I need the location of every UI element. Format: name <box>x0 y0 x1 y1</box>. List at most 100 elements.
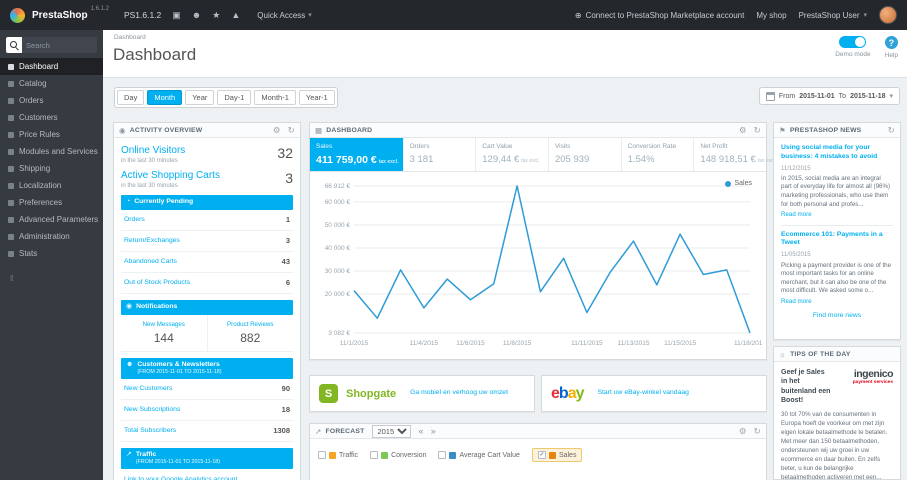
search-button[interactable] <box>6 37 22 53</box>
next-page-icon[interactable]: » <box>431 426 436 436</box>
legend-label: Sales <box>558 451 577 459</box>
kpi-visits[interactable]: Visits 205 939 <box>549 138 622 171</box>
legend-item-average-cart-value[interactable]: Average Cart Value <box>438 451 520 459</box>
range-button-year[interactable]: Year <box>185 90 215 105</box>
range-button-month[interactable]: Month <box>147 90 183 105</box>
returns-link[interactable]: Return/Exchanges <box>124 237 180 244</box>
sidebar-item-administration[interactable]: Administration <box>0 228 103 245</box>
new-messages-cell[interactable]: New Messages 144 <box>121 315 207 351</box>
gear-icon[interactable]: ⚙ <box>273 125 281 136</box>
news-article-title[interactable]: Ecommerce 101: Payments in a Tweet <box>781 231 893 249</box>
chart-legend[interactable]: Sales <box>725 180 752 187</box>
legend-item-sales[interactable]: ✓ Sales <box>531 448 583 462</box>
gear-icon[interactable]: ⚙ <box>739 426 747 437</box>
sidebar-item-stats[interactable]: Stats <box>0 245 103 262</box>
news-article-title[interactable]: Using social media for your business: 4 … <box>781 144 893 162</box>
refresh-icon[interactable]: ↻ <box>288 125 295 136</box>
dashboard-panel-icon: ▦ <box>315 125 323 135</box>
orders-link[interactable]: Orders <box>124 216 145 223</box>
read-more-link[interactable]: Read more <box>781 211 812 220</box>
breadcrumb[interactable]: Dashboard <box>114 34 146 41</box>
avatar[interactable] <box>879 6 897 24</box>
topbar-right: ⊕ Connect to PrestaShop Marketplace acco… <box>575 6 897 24</box>
search-input[interactable] <box>22 37 97 53</box>
range-button-day[interactable]: Day <box>117 90 145 105</box>
forecast-year-select[interactable]: 2015 <box>372 424 412 438</box>
legend-item-conversion[interactable]: Conversion <box>370 451 426 459</box>
to-label: To <box>838 92 847 100</box>
trend-icon: ↗ <box>126 450 132 458</box>
new-subscriptions-link[interactable]: New Subscriptions <box>124 406 180 413</box>
out-of-stock-link[interactable]: Out of Stock Products <box>124 279 190 286</box>
orders-notification-icon[interactable]: ▣ <box>172 10 181 21</box>
range-button-year-1[interactable]: Year-1 <box>298 90 335 105</box>
previous-page-icon[interactable]: « <box>418 426 423 436</box>
product-reviews-cell[interactable]: Product Reviews 882 <box>206 314 294 351</box>
conversion-checkbox[interactable] <box>370 451 379 459</box>
refresh-icon[interactable]: ↻ <box>888 125 895 136</box>
shop-name-link[interactable]: PS1.6.1.2 <box>124 10 161 20</box>
section-title: Currently Pending <box>134 198 194 205</box>
quick-access-menu[interactable]: Quick Access ▾ <box>257 11 312 20</box>
refresh-icon[interactable]: ↻ <box>754 426 761 437</box>
prestashop-logo-icon[interactable] <box>10 7 25 23</box>
active-carts-label[interactable]: Active Shopping Carts <box>121 170 220 181</box>
range-button-month-1[interactable]: Month-1 <box>254 90 296 105</box>
sidebar-item-modules[interactable]: Modules and Services <box>0 143 103 160</box>
gear-icon[interactable]: ⚙ <box>739 125 747 136</box>
forecast-legend: Traffic Conversion Average Cart Value ✓ … <box>310 439 766 471</box>
sidebar-item-catalog[interactable]: Catalog <box>0 75 103 92</box>
refresh-icon[interactable]: ↻ <box>754 125 761 136</box>
svg-text:30 000 €: 30 000 € <box>325 268 351 275</box>
sidebar-item-dashboard[interactable]: Dashboard <box>0 58 103 75</box>
help-button[interactable]: ? <box>884 36 898 49</box>
read-more-link[interactable]: Read more <box>781 298 812 307</box>
sidebar-item-shipping[interactable]: Shipping <box>0 160 103 177</box>
list-item: Total Subscribers 1308 <box>121 421 293 442</box>
average-cart-value-checkbox[interactable] <box>438 451 447 459</box>
traffic-checkbox[interactable] <box>318 451 326 459</box>
kpi-orders[interactable]: Orders 3 181 <box>404 138 477 171</box>
kpi-value: 148 918,51 € <box>700 154 756 165</box>
kpi-conversion-rate[interactable]: Conversion Rate 1.54% <box>622 138 695 171</box>
sidebar-item-preferences[interactable]: Preferences <box>0 194 103 211</box>
date-range-picker[interactable]: From 2015-11-01 To 2015-11-18 ▾ <box>758 87 900 105</box>
demo-mode-toggle[interactable] <box>839 36 867 48</box>
customers-notification-icon[interactable]: ☻ <box>192 10 201 20</box>
svg-text:50 000 €: 50 000 € <box>325 222 351 229</box>
range-button-day-1[interactable]: Day-1 <box>217 90 252 105</box>
messages-notification-icon[interactable]: ★ <box>212 10 220 21</box>
active-carts-row: Active Shopping Carts in the last 30 min… <box>121 170 293 189</box>
shopgate-link[interactable]: Ga mobiel en verhoog uw omzet <box>410 389 508 398</box>
tips-icon: ☼ <box>779 349 787 359</box>
legend-item-traffic[interactable]: Traffic <box>318 451 358 459</box>
sidebar-item-customers[interactable]: Customers <box>0 109 103 126</box>
sidebar-item-label: Administration <box>19 232 70 241</box>
svg-text:11/13/2015: 11/13/2015 <box>617 340 649 347</box>
google-analytics-link[interactable]: Link to your Google Analytics account <box>121 469 293 480</box>
ebay-link[interactable]: Start uw eBay-winkel vandaag <box>598 389 689 398</box>
abandoned-carts-link[interactable]: Abandoned Carts <box>124 258 177 265</box>
total-subscribers-link[interactable]: Total Subscribers <box>124 427 176 434</box>
launch-shop-icon[interactable]: ▲ <box>231 10 240 20</box>
marketplace-connect-link[interactable]: ⊕ Connect to PrestaShop Marketplace acco… <box>575 11 744 20</box>
sidebar-item-localization[interactable]: Localization <box>0 177 103 194</box>
kpi-net-profit[interactable]: Net Profit 148 918,51 € tax excl. <box>694 138 776 171</box>
sidebar-item-orders[interactable]: Orders <box>0 92 103 109</box>
brand-name[interactable]: PrestaShop <box>32 10 88 21</box>
sales-checkbox[interactable]: ✓ <box>537 451 546 459</box>
user-menu[interactable]: PrestaShop User ▾ <box>799 11 867 20</box>
demo-mode-label: Demo mode <box>835 51 871 58</box>
sidebar-item-price-rules[interactable]: Price Rules <box>0 126 103 143</box>
find-more-news-link[interactable]: Find more news <box>781 311 893 320</box>
list-item: Orders 1 <box>121 210 293 231</box>
sidebar-item-advanced-parameters[interactable]: Advanced Parameters <box>0 211 103 228</box>
kpi-sales[interactable]: Sales 411 759,00 € tax excl. <box>310 138 404 171</box>
online-visitors-label[interactable]: Online Visitors <box>121 145 185 156</box>
kpi-cart-value[interactable]: Cart Value 129,44 € tax excl. <box>476 138 549 171</box>
collapse-sidebar-button[interactable]: ‖ <box>0 262 103 295</box>
new-customers-link[interactable]: New Customers <box>124 385 172 392</box>
orders-value: 1 <box>285 215 290 225</box>
my-shop-link[interactable]: My shop <box>756 11 786 20</box>
header-actions: Demo mode ? Help <box>835 36 898 59</box>
